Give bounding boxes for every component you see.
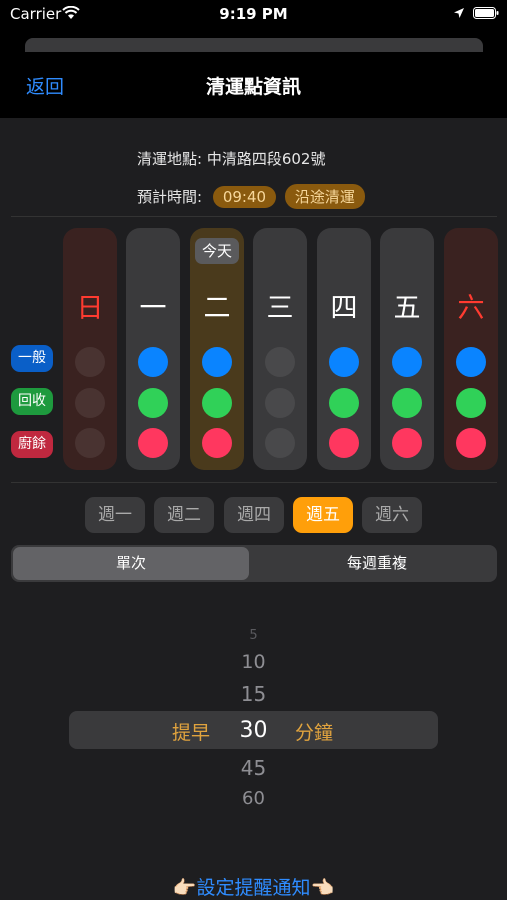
picker-prefix-label: 提早 (172, 722, 211, 744)
collection-dot (202, 347, 232, 377)
picker-selected-value[interactable]: 30 (0, 718, 507, 743)
collection-dot (329, 388, 359, 418)
divider (11, 482, 497, 483)
collection-dot (138, 347, 168, 377)
empty-dot (265, 428, 295, 458)
collection-dot (456, 428, 486, 458)
picker-value[interactable]: 10 (0, 651, 507, 673)
status-time: 9:19 PM (219, 5, 288, 23)
repeat-segmented-control: 單次 每週重複 (11, 545, 497, 582)
picker-value[interactable]: 60 (0, 788, 507, 809)
collection-dot (138, 428, 168, 458)
collection-dot (138, 388, 168, 418)
picker-value[interactable]: 45 (0, 756, 507, 780)
collection-dot (392, 428, 422, 458)
day-label: 六 (457, 293, 485, 324)
collection-dot (202, 388, 232, 418)
day-label: 四 (330, 293, 358, 324)
battery-icon (473, 7, 499, 19)
location-arrow-icon (454, 8, 464, 18)
segment-single[interactable]: 單次 (13, 547, 249, 580)
day-chip[interactable]: 週六 (362, 497, 422, 533)
collection-dot (392, 388, 422, 418)
segment-weekly-repeat[interactable]: 每週重複 (259, 547, 495, 580)
day-chip[interactable]: 週一 (85, 497, 145, 533)
day-column[interactable]: 六 (444, 228, 498, 470)
picker-value[interactable]: 15 (0, 682, 507, 706)
day-chip[interactable]: 週二 (154, 497, 214, 533)
collection-dot (329, 347, 359, 377)
address-label: 清運地點: (137, 150, 203, 168)
address-row: 清運地點: 中清路四段602號 (137, 148, 325, 169)
set-reminder-button[interactable]: 👉🏻設定提醒通知👈🏻 (0, 873, 507, 900)
day-column[interactable]: 今天二 (190, 228, 244, 470)
picker-suffix-label: 分鐘 (295, 722, 334, 744)
day-label: 一 (139, 293, 167, 324)
day-column[interactable]: 四 (317, 228, 371, 470)
collection-dot (329, 428, 359, 458)
collection-dot (456, 388, 486, 418)
address-value: 中清路四段602號 (206, 150, 326, 168)
time-row: 預計時間: 09:40 沿途清運 (137, 184, 365, 209)
day-label: 三 (266, 293, 294, 324)
time-pill: 09:40 (212, 186, 277, 208)
day-label: 二 (203, 293, 231, 324)
today-badge: 今天 (195, 238, 239, 264)
day-column[interactable]: 三 (253, 228, 307, 470)
day-chip[interactable]: 週五 (293, 497, 353, 533)
empty-dot (75, 428, 105, 458)
page-title: 清運點資訊 (205, 76, 301, 98)
collection-dot (392, 347, 422, 377)
category-badge-recycle: 回收 (11, 388, 53, 415)
day-label: 五 (393, 293, 421, 324)
divider (11, 216, 497, 217)
empty-dot (265, 388, 295, 418)
category-badge-foodwaste: 廚餘 (11, 431, 53, 458)
day-column[interactable]: 一 (126, 228, 180, 470)
empty-dot (75, 388, 105, 418)
collection-dot (202, 428, 232, 458)
day-label: 日 (76, 293, 104, 324)
day-column[interactable]: 五 (380, 228, 434, 470)
sheet-edge (25, 38, 483, 52)
collection-type-pill: 沿途清運 (284, 184, 365, 209)
collection-dot (456, 347, 486, 377)
day-chip[interactable]: 週四 (224, 497, 284, 533)
picker-value[interactable]: 5 (0, 628, 507, 643)
category-badge-general: 一般 (11, 345, 53, 372)
day-column[interactable]: 日 (63, 228, 117, 470)
time-label: 預計時間: (137, 188, 203, 206)
empty-dot (75, 347, 105, 377)
empty-dot (265, 347, 295, 377)
